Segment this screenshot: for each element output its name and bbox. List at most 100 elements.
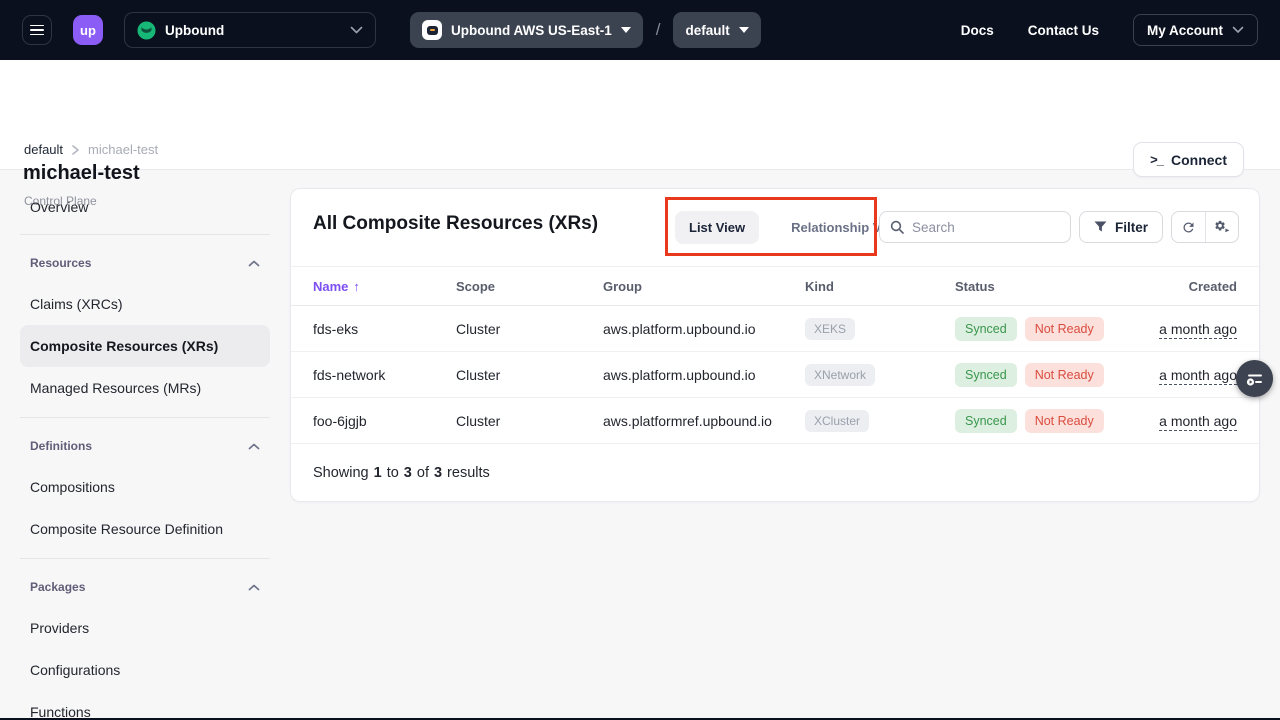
cell-name[interactable]: fds-eks bbox=[313, 321, 456, 337]
column-header-group[interactable]: Group bbox=[603, 279, 805, 294]
control-plane-selector-dropdown[interactable]: Upbound AWS US-East-1 bbox=[410, 12, 643, 48]
created-timestamp[interactable]: a month ago bbox=[1159, 367, 1237, 385]
connect-button[interactable]: >_ Connect bbox=[1133, 142, 1244, 177]
navbar-right: Docs Contact Us My Account bbox=[961, 14, 1258, 46]
page-header: default michael-test michael-test Contro… bbox=[0, 60, 1280, 170]
composite-resources-card: All Composite Resources (XRs) List View … bbox=[290, 188, 1260, 502]
status-badge-synced: Synced bbox=[955, 363, 1017, 387]
column-header-name[interactable]: Name ↑ bbox=[313, 279, 456, 294]
breadcrumb-current: michael-test bbox=[88, 142, 158, 157]
refresh-button[interactable] bbox=[1172, 212, 1205, 242]
status-badge-synced: Synced bbox=[955, 409, 1017, 433]
sidebar-item-claims[interactable]: Claims (XRCs) bbox=[20, 283, 270, 325]
sidebar-item-composite-resource-definition[interactable]: Composite Resource Definition bbox=[20, 508, 270, 550]
chevron-down-icon bbox=[350, 26, 363, 34]
column-header-status[interactable]: Status bbox=[955, 279, 1155, 294]
column-header-created[interactable]: Created bbox=[1155, 279, 1237, 294]
status-badge-not-ready: Not Ready bbox=[1025, 317, 1104, 341]
refresh-icon bbox=[1181, 220, 1196, 235]
page-title: michael-test bbox=[23, 162, 140, 185]
summary-text: results bbox=[447, 465, 490, 481]
control-plane-label: Upbound AWS US-East-1 bbox=[451, 23, 612, 38]
cell-group: aws.platform.upbound.io bbox=[603, 321, 805, 337]
path-separator: / bbox=[656, 20, 661, 40]
sidebar-item-composite-resources[interactable]: Composite Resources (XRs) bbox=[20, 325, 270, 367]
table-row[interactable]: fds-network Cluster aws.platform.upbound… bbox=[291, 352, 1259, 398]
sidebar-section-resources[interactable]: Resources bbox=[20, 243, 270, 283]
terminal-icon: >_ bbox=[1150, 152, 1163, 167]
cell-name[interactable]: foo-6jgjb bbox=[313, 413, 456, 429]
gear-play-icon bbox=[1214, 219, 1230, 235]
table-results-summary: Showing 1 to 3 of 3 results bbox=[291, 444, 1259, 501]
chevron-down-icon bbox=[739, 27, 749, 33]
search-input[interactable] bbox=[912, 220, 1060, 235]
search-icon bbox=[890, 220, 904, 234]
breadcrumb-parent[interactable]: default bbox=[24, 142, 63, 157]
summary-text: of bbox=[417, 465, 429, 481]
my-account-label: My Account bbox=[1147, 23, 1223, 38]
filter-funnel-icon bbox=[1094, 221, 1107, 233]
status-badge-synced: Synced bbox=[955, 317, 1017, 341]
search-box[interactable] bbox=[879, 211, 1071, 243]
sidebar-divider bbox=[20, 558, 270, 559]
list-view-tab[interactable]: List View bbox=[675, 211, 759, 244]
table-header-row: Name ↑ Scope Group Kind Status Created bbox=[291, 266, 1259, 306]
cell-scope: Cluster bbox=[456, 413, 603, 429]
summary-total: 3 bbox=[434, 465, 442, 481]
contact-us-link[interactable]: Contact Us bbox=[1028, 23, 1099, 38]
sidebar: Overview Resources Claims (XRCs) Composi… bbox=[20, 188, 270, 720]
cell-scope: Cluster bbox=[456, 321, 603, 337]
section-label: Resources bbox=[30, 256, 91, 270]
table-controls: Filter bbox=[879, 211, 1239, 243]
status-badge-not-ready: Not Ready bbox=[1025, 409, 1104, 433]
control-plane-icon bbox=[422, 20, 442, 40]
cell-name[interactable]: fds-network bbox=[313, 367, 456, 383]
cell-scope: Cluster bbox=[456, 367, 603, 383]
filter-button-label: Filter bbox=[1115, 220, 1148, 235]
sidebar-item-configurations[interactable]: Configurations bbox=[20, 649, 270, 691]
column-header-kind[interactable]: Kind bbox=[805, 279, 955, 294]
cell-group: aws.platformref.upbound.io bbox=[603, 413, 805, 429]
floating-widget-button[interactable] bbox=[1236, 360, 1273, 397]
group-selector-dropdown[interactable]: default bbox=[673, 12, 760, 48]
connect-button-label: Connect bbox=[1171, 152, 1227, 168]
summary-from: 1 bbox=[374, 465, 382, 481]
chevron-up-icon bbox=[248, 260, 260, 267]
sidebar-item-managed-resources[interactable]: Managed Resources (MRs) bbox=[20, 367, 270, 409]
column-label: Name bbox=[313, 279, 348, 294]
org-selector-label: Upbound bbox=[165, 23, 341, 38]
org-avatar-icon bbox=[137, 21, 156, 40]
filter-button[interactable]: Filter bbox=[1079, 211, 1163, 243]
section-label: Packages bbox=[30, 580, 85, 594]
kind-badge: XNetwork bbox=[805, 364, 875, 386]
column-header-scope[interactable]: Scope bbox=[456, 279, 603, 294]
sidebar-item-providers[interactable]: Providers bbox=[20, 607, 270, 649]
chevron-right-icon bbox=[71, 145, 80, 155]
sidebar-divider bbox=[20, 234, 270, 235]
section-label: Definitions bbox=[30, 439, 92, 453]
created-timestamp[interactable]: a month ago bbox=[1159, 321, 1237, 339]
sidebar-section-packages[interactable]: Packages bbox=[20, 567, 270, 607]
breadcrumb: default michael-test bbox=[24, 142, 158, 157]
chevron-down-icon bbox=[1232, 26, 1244, 34]
sidebar-item-compositions[interactable]: Compositions bbox=[20, 466, 270, 508]
docs-link[interactable]: Docs bbox=[961, 23, 994, 38]
table-row[interactable]: foo-6jgjb Cluster aws.platformref.upboun… bbox=[291, 398, 1259, 444]
hamburger-menu-icon[interactable] bbox=[22, 15, 52, 45]
chevron-down-icon bbox=[621, 27, 631, 33]
top-navbar: up Upbound Upbound AWS US-East-1 / defau… bbox=[0, 0, 1280, 60]
sidebar-item-overview[interactable]: Overview bbox=[20, 188, 270, 226]
summary-text: Showing bbox=[313, 465, 369, 481]
card-title: All Composite Resources (XRs) bbox=[313, 213, 598, 235]
upbound-logo[interactable]: up bbox=[73, 15, 103, 45]
my-account-dropdown[interactable]: My Account bbox=[1133, 14, 1258, 46]
sort-ascending-icon: ↑ bbox=[353, 279, 360, 294]
summary-text: to bbox=[387, 465, 399, 481]
org-selector-dropdown[interactable]: Upbound bbox=[124, 12, 376, 48]
sidebar-section-definitions[interactable]: Definitions bbox=[20, 426, 270, 466]
sidebar-item-functions[interactable]: Functions bbox=[20, 691, 270, 720]
table-row[interactable]: fds-eks Cluster aws.platform.upbound.io … bbox=[291, 306, 1259, 352]
created-timestamp[interactable]: a month ago bbox=[1159, 413, 1237, 431]
sidebar-divider bbox=[20, 417, 270, 418]
auto-refresh-settings-button[interactable] bbox=[1205, 212, 1238, 242]
